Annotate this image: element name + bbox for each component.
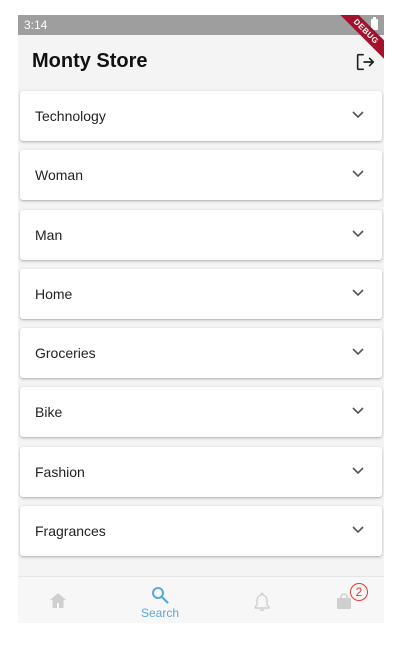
chevron-down-icon [352,230,364,237]
bottom-navigation: Search 2 [18,576,384,623]
nav-cart[interactable]: 2 [304,577,384,623]
app-title: Monty Store [32,50,148,72]
category-label: Man [35,226,63,243]
category-label: Home [35,285,73,302]
category-item-technology[interactable]: Technology [20,91,382,141]
bell-icon [254,592,270,611]
category-item-woman[interactable]: Woman [20,150,382,201]
category-item-man[interactable]: Man [20,209,382,260]
category-label: Woman [35,167,83,184]
category-label: Fashion [35,463,85,480]
chevron-down-icon [352,348,364,356]
chevron-down-icon [352,170,364,178]
search-icon [152,587,169,604]
chevron-down-icon [352,526,364,534]
nav-home[interactable] [18,577,98,623]
category-item-bike[interactable]: Bike [20,387,382,438]
category-list: Technology Woman Man Home Groceries Bike… [20,91,382,565]
chevron-down-icon [352,467,364,474]
category-item-fashion[interactable]: Fashion [20,446,382,497]
category-label: Groceries [35,345,96,362]
chevron-down-icon [352,407,364,415]
app-screen: 3:14 DEBUG Monty Store Technology Woman … [18,15,384,623]
chevron-down-icon [352,289,364,297]
nav-search-label: Search [140,606,180,620]
nav-notifications[interactable] [222,577,302,623]
category-item-home[interactable]: Home [20,268,382,319]
home-icon [50,593,66,608]
shopping-bag-icon [337,593,351,609]
category-item-groceries[interactable]: Groceries [20,328,382,379]
category-label: Technology [35,108,106,124]
logout-icon [356,53,375,71]
status-time: 3:14 [24,18,48,32]
cart-count-badge: 2 [350,583,368,601]
chevron-down-icon [352,111,364,119]
app-bar: Monty Store [18,35,384,87]
logout-button[interactable] [354,51,376,73]
category-item-fragrances[interactable]: Fragrances [20,506,382,557]
nav-search[interactable]: Search [120,577,200,623]
category-label: Bike [35,404,63,421]
status-bar: 3:14 [18,15,384,35]
category-label: Fragrances [35,523,106,540]
